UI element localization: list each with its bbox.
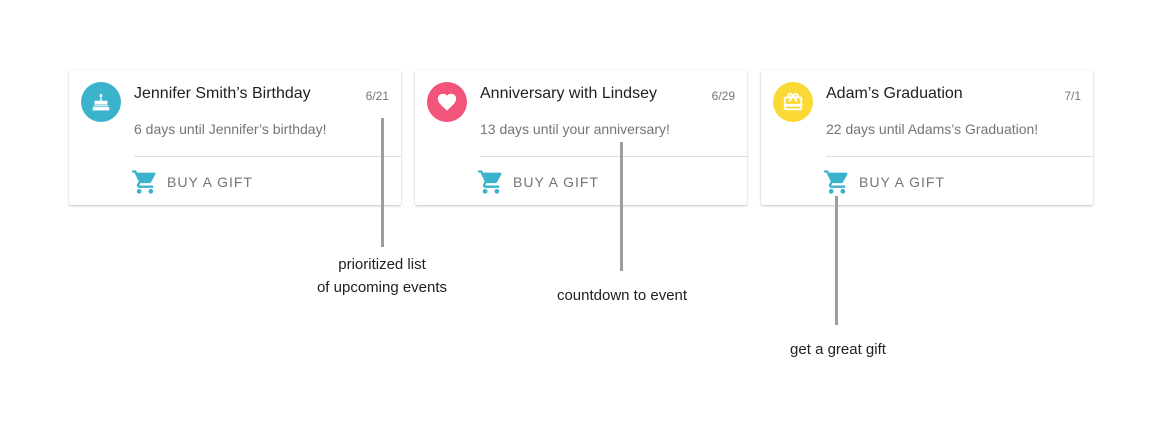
heart-icon xyxy=(437,93,457,111)
card-divider xyxy=(480,156,747,157)
event-countdown: 13 days until your anniversary! xyxy=(480,121,670,137)
birthday-cake-icon xyxy=(92,93,110,111)
event-title: Jennifer Smith’s Birthday xyxy=(134,85,311,102)
buy-gift-label: BUY A GIFT xyxy=(513,174,599,190)
birthday-avatar xyxy=(81,82,121,122)
event-date: 7/1 xyxy=(1064,89,1081,103)
buy-gift-button[interactable]: BUY A GIFT xyxy=(823,168,945,196)
event-card-anniversary[interactable]: Anniversary with Lindsey 6/29 13 days un… xyxy=(415,70,747,205)
buy-gift-button[interactable]: BUY A GIFT xyxy=(131,168,253,196)
event-title: Anniversary with Lindsey xyxy=(480,85,657,102)
event-card-birthday[interactable]: Jennifer Smith’s Birthday 6/21 6 days un… xyxy=(69,70,401,205)
shopping-cart-icon xyxy=(132,170,156,194)
buy-gift-label: BUY A GIFT xyxy=(859,174,945,190)
event-countdown: 22 days until Adams’s Graduation! xyxy=(826,121,1039,137)
callout-line-list xyxy=(381,118,384,247)
callout-line-countdown xyxy=(620,142,623,271)
gift-icon xyxy=(783,92,803,111)
callout-prioritized-list: prioritized list of upcoming events xyxy=(282,253,482,299)
shopping-cart-icon xyxy=(824,170,848,194)
callout-countdown: countdown to event xyxy=(556,287,688,304)
event-countdown: 6 days until Jennifer’s birthday! xyxy=(134,121,327,137)
callout-gift: get a great gift xyxy=(790,341,886,358)
card-divider xyxy=(826,156,1093,157)
anniversary-avatar xyxy=(427,82,467,122)
event-date: 6/29 xyxy=(711,89,735,103)
card-divider xyxy=(134,156,401,157)
buy-gift-label: BUY A GIFT xyxy=(167,174,253,190)
callout-line2: of upcoming events xyxy=(316,279,448,296)
graduation-avatar xyxy=(773,82,813,122)
event-card-graduation[interactable]: Adam’s Graduation 7/1 22 days until Adam… xyxy=(761,70,1093,205)
shopping-cart-icon xyxy=(478,170,502,194)
callout-line-gift xyxy=(835,196,838,325)
event-date: 6/21 xyxy=(365,89,389,103)
event-title: Adam’s Graduation xyxy=(826,85,963,102)
callout-line1: prioritized list xyxy=(338,256,426,273)
buy-gift-button[interactable]: BUY A GIFT xyxy=(477,168,599,196)
